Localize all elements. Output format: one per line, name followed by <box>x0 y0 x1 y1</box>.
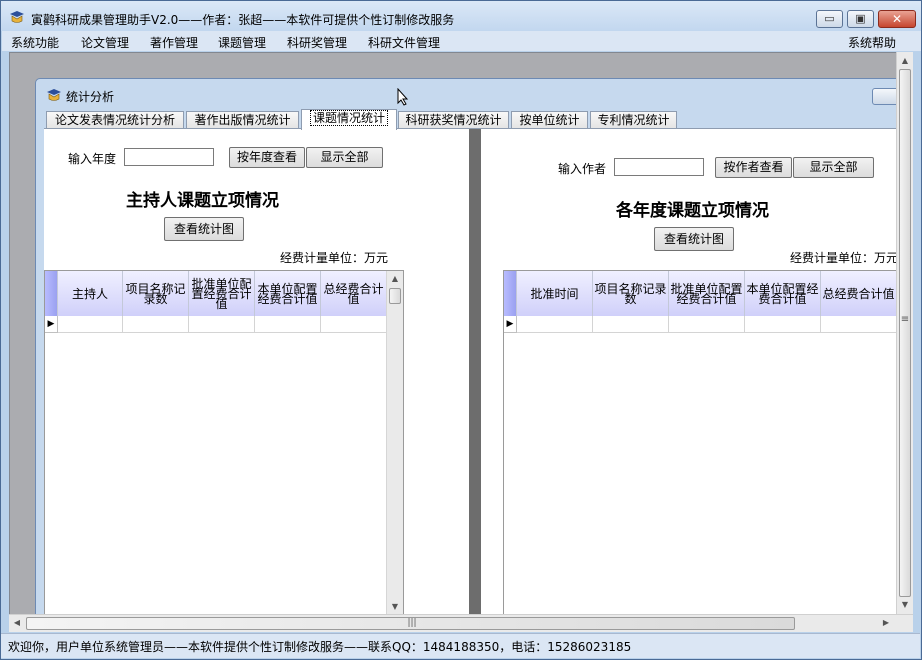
right-col-record-count[interactable]: 项目名称记录数 <box>593 271 669 316</box>
left-heading: 主持人课题立项情况 <box>126 191 279 211</box>
table-row[interactable]: ▶ <box>45 316 387 333</box>
right-grid-header: 批准时间 项目名称记录数 批准单位配置经费合计值 本单位配置经费合计值 总经费合… <box>504 271 897 316</box>
query-by-author-button[interactable]: 按作者查看 <box>715 157 792 178</box>
menu-system[interactable]: 系统功能 <box>11 34 59 51</box>
tab-book-stats[interactable]: 著作出版情况统计 <box>186 111 299 129</box>
scroll-right-icon[interactable]: ▶ <box>881 618 891 627</box>
right-col-local-funds[interactable]: 本单位配置经费合计值 <box>745 271 821 316</box>
status-bar: 欢迎你，用户单位系统管理员——本软件提供个性订制修改服务——联系QQ：14841… <box>1 633 920 658</box>
query-by-year-button[interactable]: 按年度查看 <box>229 147 305 168</box>
child-window-title: 统计分析 <box>66 90 115 104</box>
left-col-local-funds[interactable]: 本单位配置经费合计值 <box>255 271 321 316</box>
right-col-approval-time[interactable]: 批准时间 <box>517 271 593 316</box>
table-cell[interactable] <box>745 316 821 333</box>
left-col-total-funds[interactable]: 总经费合计值 <box>321 271 387 316</box>
child-minimize-button[interactable] <box>872 88 899 105</box>
close-button[interactable]: ✕ <box>878 10 916 28</box>
scroll-up-icon[interactable]: ▲ <box>387 274 403 283</box>
table-cell[interactable] <box>821 316 897 333</box>
title-bar[interactable]: 寅鹳科研成果管理助手V2.0——作者：张超——本软件可提供个性订制修改服务 ▭ … <box>1 1 921 31</box>
scroll-down-icon[interactable]: ▼ <box>387 602 403 611</box>
scroll-left-icon[interactable]: ◀ <box>12 618 22 627</box>
right-heading: 各年度课题立项情况 <box>616 201 769 221</box>
tab-unit-stats[interactable]: 按单位统计 <box>511 111 588 129</box>
scroll-thumb[interactable]: ||| <box>26 617 795 630</box>
tab-paper-stats[interactable]: 论文发表情况统计分析 <box>46 111 184 129</box>
table-cell[interactable] <box>593 316 669 333</box>
table-cell[interactable] <box>123 316 189 333</box>
tab-award-stats[interactable]: 科研获奖情况统计 <box>398 111 509 129</box>
left-col-record-count[interactable]: 项目名称记录数 <box>123 271 189 316</box>
menu-help[interactable]: 系统帮助 <box>848 34 896 51</box>
left-chart-button[interactable]: 查看统计图 <box>164 217 244 241</box>
app-logo-icon <box>47 89 61 101</box>
minimize-icon: ▭ <box>824 12 835 25</box>
left-col-approved-funds[interactable]: 批准单位配置经费合计值 <box>189 271 255 316</box>
show-all-left-button[interactable]: 显示全部 <box>306 147 383 168</box>
show-all-right-button[interactable]: 显示全部 <box>793 157 874 178</box>
right-data-grid[interactable]: 批准时间 项目名称记录数 批准单位配置经费合计值 本单位配置经费合计值 总经费合… <box>503 270 898 617</box>
menu-books[interactable]: 著作管理 <box>150 34 198 51</box>
scroll-grip-icon: ||| <box>407 618 417 628</box>
row-selector-icon: ▶ <box>504 316 517 333</box>
year-label: 输入年度 <box>68 152 117 166</box>
left-col-host[interactable]: 主持人 <box>58 271 123 316</box>
status-text: 欢迎你，用户单位系统管理员——本软件提供个性订制修改服务——联系QQ：14841… <box>8 640 632 654</box>
window-title: 寅鹳科研成果管理助手V2.0——作者：张超——本软件可提供个性订制修改服务 <box>31 13 455 27</box>
right-chart-button[interactable]: 查看统计图 <box>654 227 734 251</box>
table-cell[interactable] <box>189 316 255 333</box>
row-selector-icon: ▶ <box>45 316 58 333</box>
panel-splitter[interactable] <box>469 129 481 617</box>
app-logo-icon <box>10 11 24 23</box>
scroll-thumb[interactable] <box>389 288 401 304</box>
mdi-vertical-scrollbar[interactable]: ▲ ≡ ▼ <box>896 52 913 615</box>
table-cell[interactable] <box>58 316 123 333</box>
left-data-grid[interactable]: 主持人 项目名称记录数 批准单位配置经费合计值 本单位配置经费合计值 总经费合计… <box>44 270 404 617</box>
row-header-corner <box>45 271 58 316</box>
scroll-grip-icon: ≡ <box>900 314 910 325</box>
scroll-down-icon[interactable]: ▼ <box>897 600 913 609</box>
maximize-icon: ▣ <box>855 12 866 25</box>
table-cell[interactable] <box>669 316 745 333</box>
scroll-up-icon[interactable]: ▲ <box>897 56 913 65</box>
author-label: 输入作者 <box>558 162 607 176</box>
left-unit-label: 经费计量单位：万元 <box>280 251 389 265</box>
author-input[interactable] <box>614 158 704 176</box>
right-unit-label: 经费计量单位：万元 <box>790 251 899 265</box>
table-row[interactable]: ▶ <box>504 316 897 333</box>
minimize-button[interactable]: ▭ <box>816 10 843 28</box>
table-cell[interactable] <box>517 316 593 333</box>
maximize-button[interactable]: ▣ <box>847 10 874 28</box>
menu-papers[interactable]: 论文管理 <box>81 34 129 51</box>
year-input[interactable] <box>124 148 214 166</box>
menu-projects[interactable]: 课题管理 <box>218 34 266 51</box>
scroll-thumb[interactable]: ≡ <box>899 69 911 597</box>
menu-bar: 系统功能 论文管理 著作管理 课题管理 科研奖管理 科研文件管理 系统帮助 <box>2 31 921 51</box>
table-cell[interactable] <box>255 316 321 333</box>
menu-research-files[interactable]: 科研文件管理 <box>368 34 440 51</box>
close-icon: ✕ <box>891 12 903 26</box>
tab-patent-stats[interactable]: 专利情况统计 <box>590 111 677 129</box>
right-col-total-funds[interactable]: 总经费合计值 <box>821 271 897 316</box>
right-col-approved-funds[interactable]: 批准单位配置经费合计值 <box>669 271 745 316</box>
menu-awards[interactable]: 科研奖管理 <box>287 34 347 51</box>
row-header-corner <box>504 271 517 316</box>
tab-project-stats[interactable]: 课题情况统计 <box>301 109 397 130</box>
tab-strip: 论文发表情况统计分析 著作出版情况统计 课题情况统计 科研获奖情况统计 按单位统… <box>44 109 898 130</box>
statistics-window: 统计分析 论文发表情况统计分析 著作出版情况统计 课题情况统计 科研获奖情况统计… <box>35 78 899 617</box>
tab-page-project-stats: 输入年度 按年度查看 显示全部 主持人课题立项情况 查看统计图 经费计量单位：万… <box>44 128 899 617</box>
mouse-cursor-icon <box>397 88 409 106</box>
mdi-horizontal-scrollbar[interactable]: ◀ ||| ▶ <box>9 614 913 632</box>
left-grid-header: 主持人 项目名称记录数 批准单位配置经费合计值 本单位配置经费合计值 总经费合计… <box>45 271 387 316</box>
left-grid-scrollbar[interactable]: ▲ ▼ <box>386 271 403 616</box>
table-cell[interactable] <box>321 316 387 333</box>
